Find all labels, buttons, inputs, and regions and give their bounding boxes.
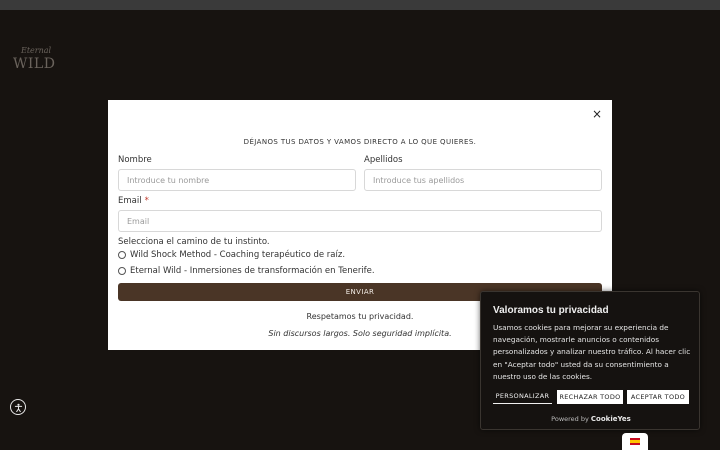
powered-by-text: Powered by [551, 415, 589, 423]
customize-button[interactable]: PERSONALIZAR [493, 390, 552, 404]
cookie-consent-banner: Valoramos tu privacidad Usamos cookies p… [480, 291, 700, 430]
option-label: Eternal Wild - Inmersiones de transforma… [130, 266, 375, 276]
cookie-text: Usamos cookies para mejorar su experienc… [493, 323, 691, 381]
email-label-text: Email [118, 196, 142, 206]
reject-all-button[interactable]: RECHAZAR TODO [557, 390, 623, 404]
accept-all-button[interactable]: ACEPTAR TODO [627, 390, 689, 404]
top-bar [0, 0, 720, 10]
radio-button[interactable] [118, 267, 126, 275]
language-selector[interactable] [622, 433, 648, 450]
option-label: Wild Shock Method - Coaching terapéutico… [130, 250, 346, 260]
required-marker: * [144, 196, 149, 206]
choice-label: Selecciona el camino de tu instinto. [118, 237, 270, 247]
cookie-title: Valoramos tu privacidad [493, 305, 609, 316]
radio-button[interactable] [118, 251, 126, 259]
modal-heading: DÉJANOS TUS DATOS Y VAMOS DIRECTO A LO Q… [243, 138, 477, 146]
site-logo[interactable]: Eternal WILD [13, 46, 56, 74]
option-eternal-wild[interactable]: Eternal Wild - Inmersiones de transforma… [118, 266, 375, 276]
apellidos-input[interactable] [364, 169, 602, 191]
cookieyes-logo: CookieYes [590, 415, 631, 423]
nombre-input[interactable] [118, 169, 356, 191]
accessibility-icon[interactable] [10, 399, 26, 415]
email-input[interactable] [118, 210, 602, 232]
spain-flag-icon [630, 438, 640, 445]
powered-by[interactable]: Powered by CookieYes [481, 415, 701, 423]
apellidos-label: Apellidos [364, 155, 403, 165]
option-wild-shock[interactable]: Wild Shock Method - Coaching terapéutico… [118, 250, 345, 260]
logo-script: Eternal [21, 46, 52, 55]
logo-word: WILD [13, 56, 56, 72]
close-icon[interactable]: × [591, 108, 603, 120]
nombre-label: Nombre [118, 155, 152, 165]
email-label: Email * [118, 196, 149, 206]
